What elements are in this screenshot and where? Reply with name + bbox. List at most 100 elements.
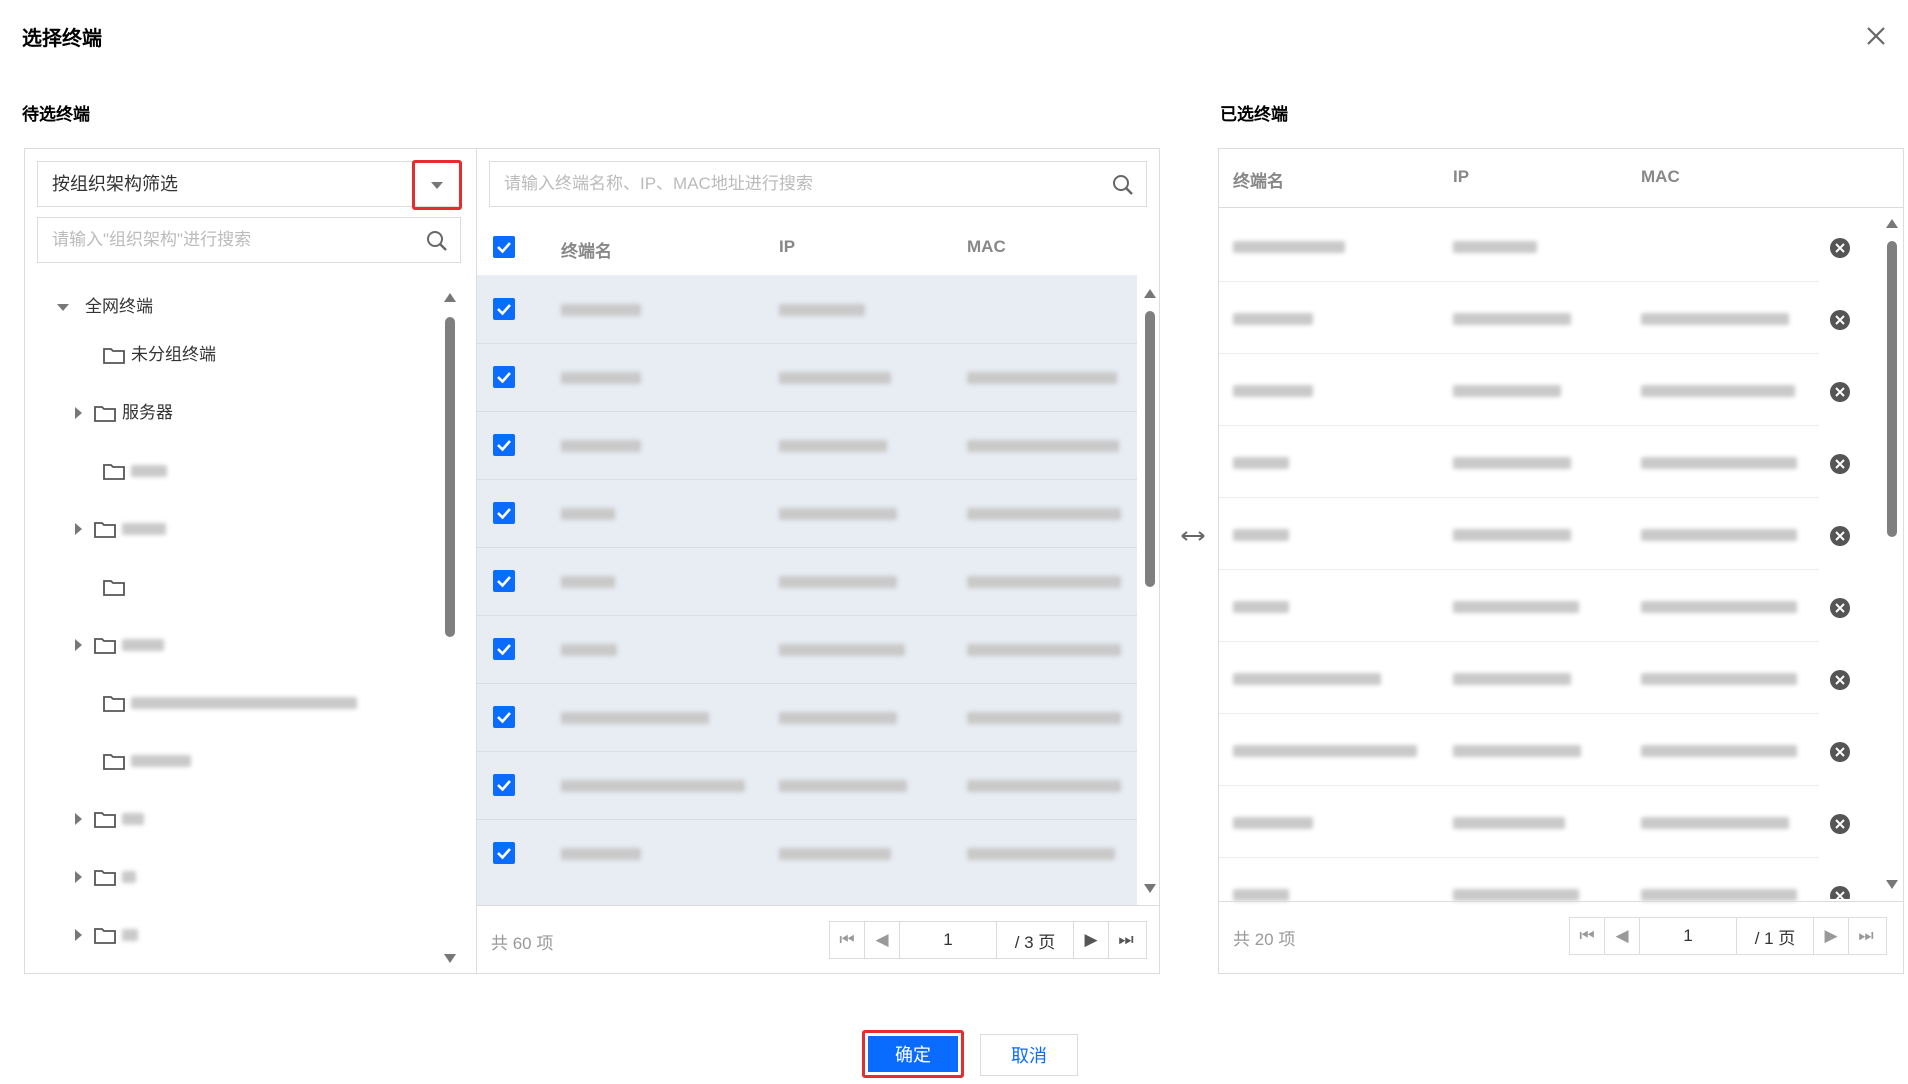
prev-page-icon[interactable]: ◀ bbox=[1605, 918, 1640, 954]
scroll-up-icon[interactable] bbox=[1886, 219, 1898, 228]
tree-node-ungrouped[interactable]: 未分组终端 bbox=[103, 335, 216, 375]
caret-right-icon[interactable] bbox=[75, 407, 82, 419]
tree-node[interactable] bbox=[75, 799, 144, 839]
tree-scrollbar[interactable] bbox=[443, 293, 457, 963]
scroll-down-icon[interactable] bbox=[1886, 880, 1898, 889]
folder-icon bbox=[103, 753, 125, 770]
selected-list-panel: 终端名 IP MAC 共 20 项 ⏮ ◀ 1 / 1 页 ▶ ⏭ bbox=[1218, 148, 1904, 974]
pending-pager: ⏮ ◀ 1 / 3 页 ▶ ⏭ bbox=[829, 921, 1147, 959]
folder-icon bbox=[103, 695, 125, 712]
scroll-down-icon[interactable] bbox=[444, 954, 456, 963]
filter-select[interactable]: 按组织架构筛选 bbox=[37, 160, 462, 210]
tree-node-label: 全网终端 bbox=[85, 297, 153, 316]
tree-node-all[interactable]: 全网终端 bbox=[57, 287, 153, 327]
column-header-name[interactable]: 终端名 bbox=[1233, 167, 1284, 192]
tree-node[interactable] bbox=[103, 567, 131, 607]
remove-icon[interactable] bbox=[1829, 525, 1851, 547]
folder-icon bbox=[103, 579, 125, 596]
row-checkbox[interactable] bbox=[493, 706, 515, 728]
scroll-thumb[interactable] bbox=[1145, 311, 1155, 587]
page-count: / 3 页 bbox=[997, 922, 1074, 958]
remove-icon[interactable] bbox=[1829, 597, 1851, 619]
tree-node[interactable] bbox=[75, 857, 136, 897]
scroll-down-icon[interactable] bbox=[1144, 884, 1156, 893]
scroll-thumb[interactable] bbox=[445, 317, 455, 637]
remove-icon[interactable] bbox=[1829, 813, 1851, 835]
row-checkbox[interactable] bbox=[493, 638, 515, 660]
page-count: / 1 页 bbox=[1737, 918, 1814, 954]
remove-icon[interactable] bbox=[1829, 741, 1851, 763]
scroll-thumb[interactable] bbox=[1887, 241, 1897, 537]
selected-scrollbar[interactable] bbox=[1885, 219, 1899, 889]
row-checkbox[interactable] bbox=[493, 842, 515, 864]
tree-node[interactable] bbox=[103, 741, 191, 781]
first-page-icon[interactable]: ⏮ bbox=[1570, 918, 1605, 954]
folder-icon bbox=[103, 347, 125, 364]
caret-right-icon[interactable] bbox=[75, 871, 82, 883]
column-header-name[interactable]: 终端名 bbox=[561, 237, 612, 262]
list-scrollbar[interactable] bbox=[1143, 289, 1157, 893]
filter-dropdown-button[interactable] bbox=[412, 160, 462, 210]
confirm-button-label: 确定 bbox=[868, 1036, 958, 1072]
remove-icon[interactable] bbox=[1829, 669, 1851, 691]
remove-icon[interactable] bbox=[1829, 237, 1851, 259]
remove-icon[interactable] bbox=[1829, 309, 1851, 331]
org-search-placeholder: 请输入"组织架构"进行搜索 bbox=[52, 230, 252, 249]
tree-node[interactable] bbox=[103, 683, 357, 723]
row-checkbox[interactable] bbox=[493, 570, 515, 592]
first-page-icon[interactable]: ⏮ bbox=[830, 922, 865, 958]
remove-icon[interactable] bbox=[1829, 453, 1851, 475]
tree-node-label: 未分组终端 bbox=[131, 345, 216, 364]
close-icon[interactable] bbox=[1862, 22, 1890, 50]
confirm-button[interactable]: 确定 bbox=[862, 1030, 964, 1078]
folder-icon bbox=[94, 869, 116, 886]
tree-node-label: 服务器 bbox=[122, 403, 173, 422]
caret-right-icon[interactable] bbox=[75, 523, 82, 535]
row-checkbox[interactable] bbox=[493, 366, 515, 388]
next-page-icon[interactable]: ▶ bbox=[1074, 922, 1109, 958]
tree-node[interactable] bbox=[75, 915, 138, 955]
column-header-mac[interactable]: MAC bbox=[967, 237, 1006, 257]
scroll-up-icon[interactable] bbox=[444, 293, 456, 302]
last-page-icon[interactable]: ⏭ bbox=[1109, 922, 1143, 958]
column-header-ip[interactable]: IP bbox=[779, 237, 795, 257]
caret-right-icon[interactable] bbox=[75, 639, 82, 651]
last-page-icon[interactable]: ⏭ bbox=[1849, 918, 1883, 954]
remove-icon[interactable] bbox=[1829, 885, 1851, 899]
row-checkbox[interactable] bbox=[493, 298, 515, 320]
next-page-icon[interactable]: ▶ bbox=[1814, 918, 1849, 954]
tree-node[interactable] bbox=[103, 451, 167, 491]
org-tree-panel: 按组织架构筛选 请输入"组织架构"进行搜索 全网终端 未分组终端 服务器 bbox=[24, 148, 476, 974]
column-header-mac[interactable]: MAC bbox=[1641, 167, 1680, 187]
cancel-button[interactable]: 取消 bbox=[980, 1034, 1078, 1076]
terminal-search-placeholder: 请输入终端名称、IP、MAC地址进行搜索 bbox=[504, 174, 813, 193]
row-checkbox[interactable] bbox=[493, 434, 515, 456]
org-search-input[interactable]: 请输入"组织架构"进行搜索 bbox=[37, 217, 461, 263]
pending-terminals-title: 待选终端 bbox=[22, 105, 90, 124]
tree-node[interactable] bbox=[75, 625, 164, 665]
page-input[interactable]: 1 bbox=[900, 922, 997, 958]
row-checkbox[interactable] bbox=[493, 502, 515, 524]
page-input[interactable]: 1 bbox=[1640, 918, 1737, 954]
chevron-down-icon bbox=[431, 181, 443, 189]
folder-icon bbox=[94, 811, 116, 828]
row-checkbox[interactable] bbox=[493, 774, 515, 796]
caret-down-icon[interactable] bbox=[57, 303, 69, 311]
folder-icon bbox=[94, 405, 116, 422]
prev-page-icon[interactable]: ◀ bbox=[865, 922, 900, 958]
folder-icon bbox=[94, 637, 116, 654]
scroll-up-icon[interactable] bbox=[1144, 289, 1156, 298]
caret-right-icon[interactable] bbox=[75, 813, 82, 825]
terminal-search-input[interactable]: 请输入终端名称、IP、MAC地址进行搜索 bbox=[489, 161, 1147, 207]
column-header-ip[interactable]: IP bbox=[1453, 167, 1469, 187]
folder-icon bbox=[94, 927, 116, 944]
tree-node-servers[interactable]: 服务器 bbox=[75, 393, 173, 433]
table-body bbox=[477, 275, 1137, 905]
select-all-checkbox[interactable] bbox=[493, 236, 515, 258]
pending-list-panel: 请输入终端名称、IP、MAC地址进行搜索 终端名 IP MAC 共 60 项 ⏮… bbox=[476, 148, 1160, 974]
tree-node[interactable] bbox=[75, 509, 166, 549]
caret-right-icon[interactable] bbox=[75, 929, 82, 941]
search-icon[interactable] bbox=[426, 230, 448, 252]
remove-icon[interactable] bbox=[1829, 381, 1851, 403]
search-icon[interactable] bbox=[1112, 174, 1134, 196]
